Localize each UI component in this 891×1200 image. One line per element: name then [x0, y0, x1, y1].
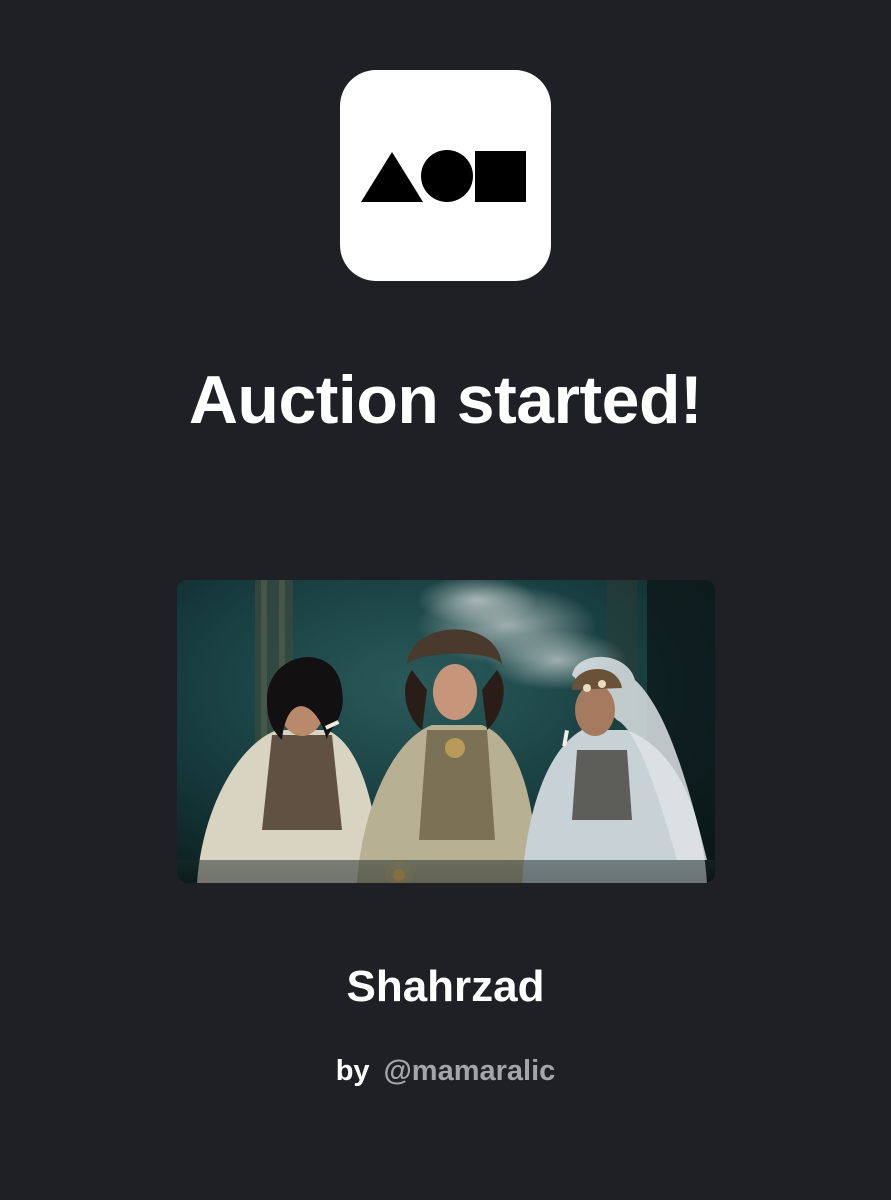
artwork-title: Shahrzad [346, 962, 545, 1011]
auction-notification-page: Auction started! Shahrzad by @mamaralic [0, 0, 891, 1200]
artwork-image[interactable] [177, 580, 715, 883]
artist-byline: by @mamaralic [0, 1052, 891, 1090]
by-label: by [335, 1055, 370, 1087]
triangle-circle-square-logo-icon [361, 150, 526, 202]
page-title: Auction started! [188, 362, 703, 438]
app-logo [340, 70, 551, 281]
artist-handle-link[interactable]: @mamaralic [384, 1055, 556, 1087]
